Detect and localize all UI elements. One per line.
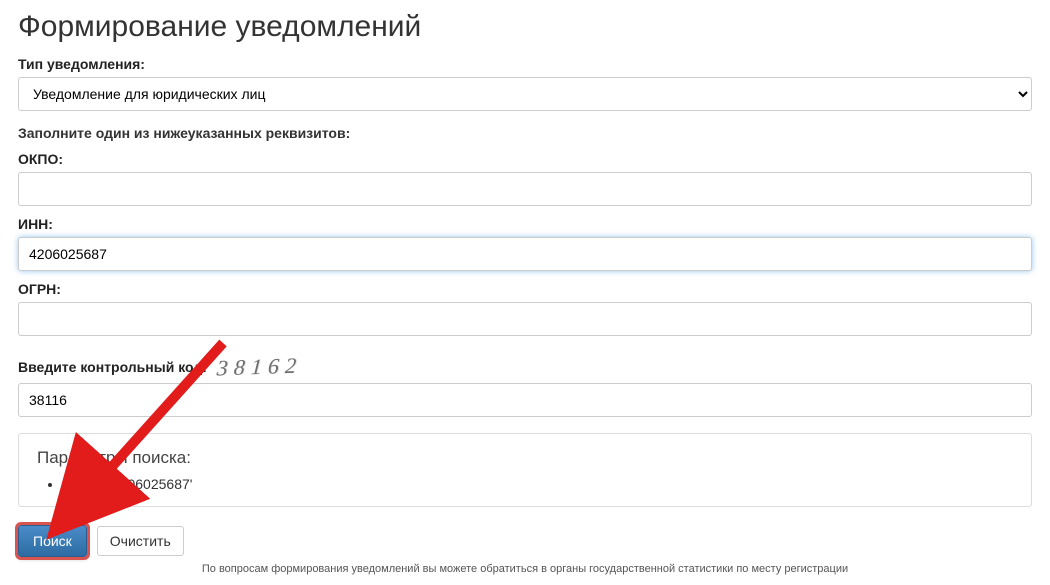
inn-label: ИНН: [18,216,1032,232]
ogrn-label: ОГРН: [18,281,1032,297]
search-params-panel: Параметры поиска: ИНН = '4206025687' [18,433,1032,507]
okpo-input[interactable] [18,172,1032,206]
search-button[interactable]: Поиск [18,525,87,557]
okpo-label: ОКПО: [18,151,1032,167]
captcha-input[interactable] [18,383,1032,417]
search-params-title: Параметры поиска: [37,448,1013,468]
search-params-item: ИНН = '4206025687' [63,476,1013,492]
notification-type-select[interactable]: Уведомление для юридических лиц [18,77,1032,111]
notification-type-label: Тип уведомления: [18,56,1032,72]
captcha-image: 38162 [216,355,303,380]
ogrn-input[interactable] [18,302,1032,336]
page-title: Формирование уведомлений [18,10,1032,44]
clear-button[interactable]: Очистить [97,526,184,556]
captcha-label: Введите контрольный код: [18,359,207,375]
inn-input[interactable] [18,237,1032,271]
fill-one-heading: Заполните один из нижеуказанных реквизит… [18,125,1032,141]
